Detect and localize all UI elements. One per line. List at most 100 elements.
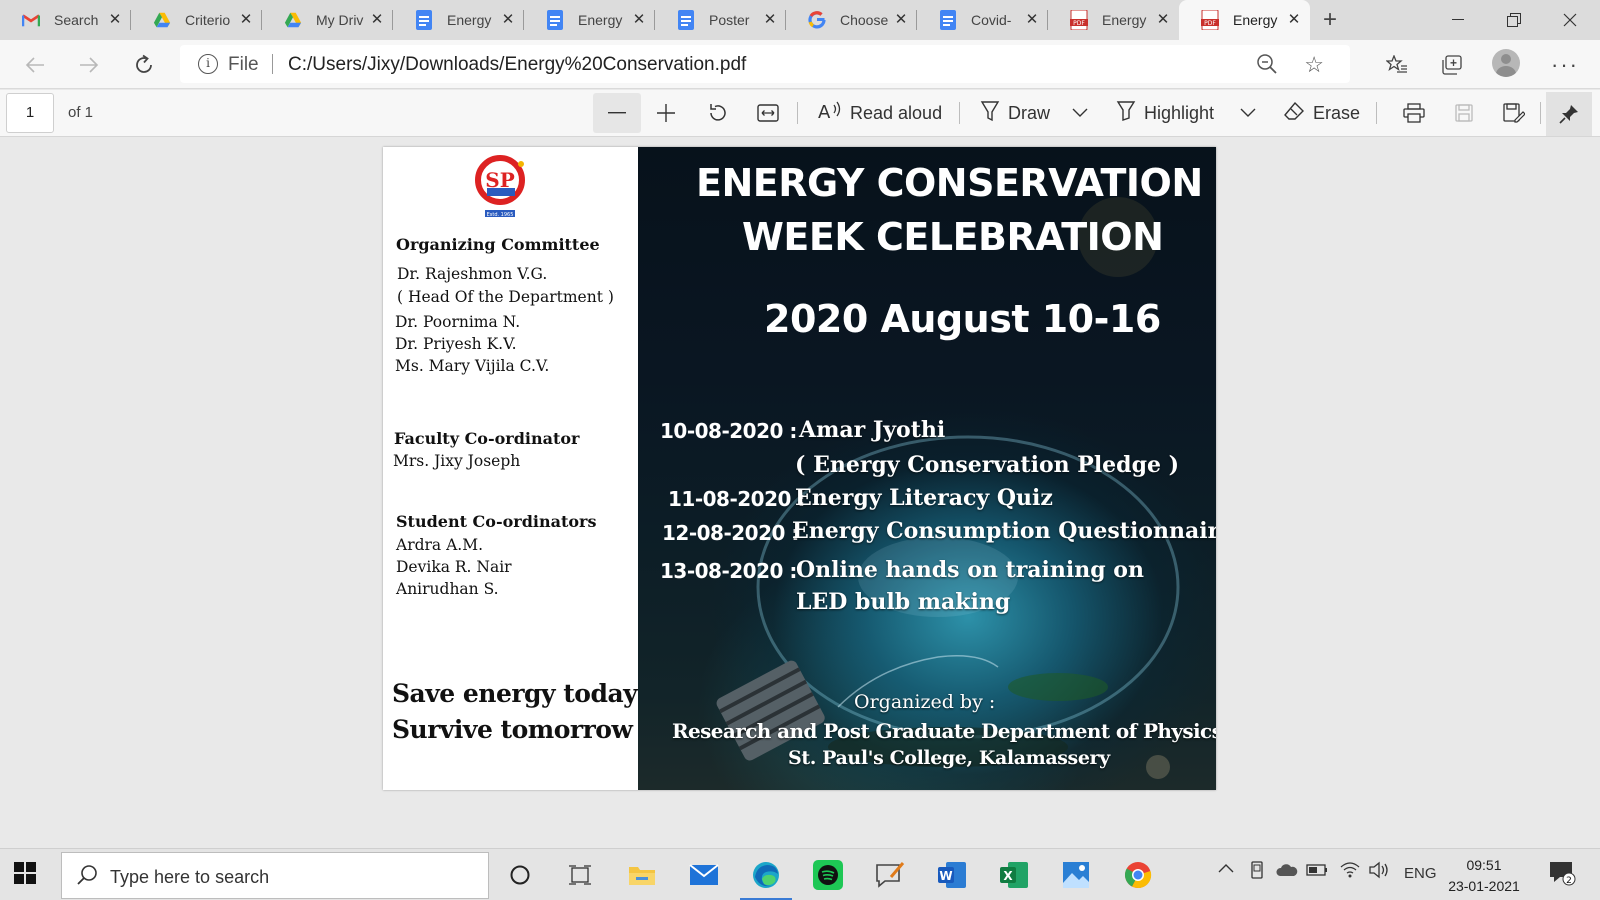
svg-text:W: W (939, 869, 952, 883)
back-button[interactable] (18, 48, 52, 82)
onedrive-cloud-icon[interactable] (1276, 863, 1298, 881)
forward-button[interactable] (72, 48, 106, 82)
organized-by-label: Organized by : (854, 691, 996, 713)
task-view-icon[interactable] (562, 857, 598, 893)
notification-center-icon[interactable]: 2 (1548, 860, 1576, 890)
close-icon[interactable]: ✕ (1155, 12, 1171, 28)
address-bar[interactable]: i File C:/Users/Jixy/Downloads/Energy%20… (180, 45, 1350, 83)
close-icon[interactable]: ✕ (762, 12, 778, 28)
google-docs-icon (546, 10, 564, 30)
volume-icon[interactable] (1368, 861, 1390, 883)
restore-button[interactable] (1486, 0, 1542, 40)
toolbar-divider (1376, 102, 1377, 124)
browser-tab[interactable]: Poster ✕ (655, 0, 786, 40)
close-icon[interactable]: ✕ (1024, 12, 1040, 28)
eraser-icon (1283, 101, 1305, 126)
file-explorer-icon[interactable] (624, 857, 660, 893)
erase-button[interactable]: Erase (1283, 93, 1360, 133)
system-clock[interactable]: 09:51 23-01-2021 (1440, 855, 1528, 897)
zoom-icon[interactable] (1256, 53, 1278, 75)
tab-title: Energy (447, 12, 492, 28)
browser-tab[interactable]: Energy ✕ (524, 0, 655, 40)
profile-avatar[interactable] (1492, 49, 1520, 77)
gmail-icon (22, 11, 40, 29)
more-options-icon[interactable]: ··· (1548, 48, 1582, 82)
browser-tab[interactable]: Criterio ✕ (131, 0, 262, 40)
highlight-options-chevron-icon[interactable] (1240, 93, 1256, 133)
faculty-coordinator-heading: Faculty Co-ordinator (394, 429, 580, 448)
url-scheme: File (228, 54, 259, 75)
photos-icon[interactable] (1058, 857, 1094, 893)
chrome-icon[interactable] (1120, 857, 1156, 893)
committee-member: Ms. Mary Vijila C.V. (395, 357, 550, 375)
close-icon[interactable]: ✕ (107, 12, 123, 28)
tab-title: Poster (709, 12, 750, 28)
poster-sidebar: SP Estd. 1965 Organizing Committee Dr. R… (383, 147, 655, 790)
toolbar-divider (1540, 102, 1541, 124)
excel-icon[interactable]: X (996, 857, 1032, 893)
highlight-button[interactable]: Highlight (1116, 93, 1214, 133)
print-button[interactable] (1396, 93, 1432, 133)
input-language[interactable]: ENG (1404, 865, 1437, 882)
browser-tab[interactable]: Search ✕ (0, 0, 131, 40)
google-docs-icon (415, 10, 433, 30)
zoom-in-button[interactable] (646, 93, 686, 133)
toolbar-divider (797, 102, 798, 124)
event-title: Energy Literacy Quiz (795, 485, 1053, 511)
browser-tab[interactable]: PDF Energy ✕ (1048, 0, 1179, 40)
windows-taskbar: Type here to search W X ENG 09:51 23-01-… (0, 848, 1600, 900)
favorite-star-icon[interactable]: ☆ (1304, 52, 1324, 78)
close-window-button[interactable] (1542, 0, 1598, 40)
collections-icon[interactable] (1436, 48, 1470, 82)
minimize-button[interactable] (1430, 0, 1486, 40)
tab-title: Energy (1233, 12, 1278, 28)
tab-title: Search (54, 12, 99, 28)
close-icon[interactable]: ✕ (631, 12, 647, 28)
browser-tab[interactable]: Covid- ✕ (917, 0, 1048, 40)
taskbar-search-input[interactable]: Type here to search (61, 852, 489, 899)
close-icon[interactable]: ✕ (369, 12, 385, 28)
refresh-button[interactable] (127, 48, 161, 82)
close-icon[interactable]: ✕ (893, 12, 909, 28)
rotate-button[interactable] (698, 93, 738, 133)
word-icon[interactable]: W (934, 857, 970, 893)
draw-options-chevron-icon[interactable] (1072, 93, 1088, 133)
close-icon[interactable]: ✕ (1286, 12, 1302, 28)
event-title: Energy Consumption Questionnaire (792, 518, 1216, 544)
spotify-icon[interactable] (810, 857, 846, 893)
browser-tab[interactable]: My Driv ✕ (262, 0, 393, 40)
pin-toolbar-icon[interactable] (1546, 92, 1592, 136)
page-number-input[interactable]: 1 (6, 93, 54, 133)
url-text[interactable]: C:/Users/Jixy/Downloads/Energy%20Conserv… (288, 54, 746, 76)
windows-start-icon[interactable] (14, 862, 38, 886)
close-icon[interactable]: ✕ (500, 12, 516, 28)
battery-icon[interactable] (1306, 863, 1328, 880)
browser-tab[interactable]: Energy ✕ (393, 0, 524, 40)
new-tab-button[interactable]: + (1310, 0, 1350, 40)
edge-icon[interactable] (740, 857, 792, 900)
save-as-button[interactable] (1496, 93, 1532, 133)
poster-title: WEEK CELEBRATION (742, 215, 1164, 259)
highlight-icon (1116, 100, 1136, 127)
close-icon[interactable]: ✕ (238, 12, 254, 28)
event-title: Amar Jyothi (799, 417, 946, 443)
show-hidden-icons-chevron-icon[interactable] (1218, 861, 1234, 878)
pdf-icon: PDF (1201, 10, 1219, 30)
wifi-icon[interactable] (1340, 861, 1360, 883)
info-icon[interactable]: i (198, 54, 218, 74)
google-drive-icon (284, 11, 302, 29)
fit-to-page-button[interactable] (748, 93, 788, 133)
browser-tab[interactable]: Choose ✕ (786, 0, 917, 40)
google-icon (808, 11, 826, 29)
favorites-icon[interactable] (1380, 48, 1414, 82)
save-button[interactable] (1446, 93, 1482, 133)
zoom-out-button[interactable] (593, 93, 641, 133)
snip-sketch-icon[interactable] (872, 857, 908, 893)
draw-button[interactable]: Draw (980, 93, 1050, 133)
browser-tab-active[interactable]: PDF Energy ✕ (1179, 0, 1310, 40)
cortana-icon[interactable] (502, 857, 538, 893)
read-aloud-button[interactable]: A Read aloud (818, 93, 942, 133)
device-icon[interactable] (1249, 861, 1265, 883)
pdf-viewer[interactable]: SP Estd. 1965 Organizing Committee Dr. R… (0, 138, 1600, 848)
mail-icon[interactable] (686, 857, 722, 893)
